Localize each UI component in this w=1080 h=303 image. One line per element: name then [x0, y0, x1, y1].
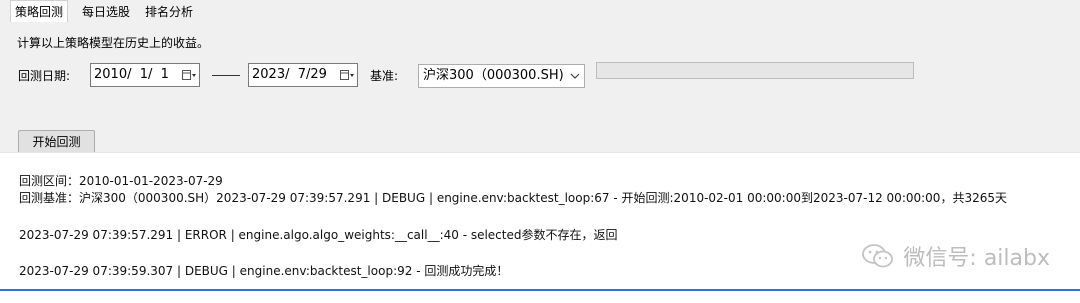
watermark: 微信号: ailabx — [861, 240, 1050, 272]
calendar-dropdown-icon[interactable] — [182, 69, 196, 81]
tab-backtest[interactable]: 策略回测 — [10, 0, 69, 24]
start-backtest-button[interactable]: 开始回测 — [18, 130, 95, 154]
backtest-progress-bar — [596, 62, 914, 79]
wechat-icon — [861, 243, 895, 269]
panel-description: 计算以上策略模型在历史上的收益。 — [17, 36, 210, 50]
backtest-config-panel: 计算以上策略模型在历史上的收益。 回测日期: 2010/ 1/ 1 2023/ … — [0, 22, 1080, 154]
log-line: 2023-07-29 07:39:59.307 | DEBUG | engine… — [19, 264, 509, 278]
log-line: 2023-07-29 07:39:57.291 | ERROR | engine… — [19, 228, 618, 242]
tab-daily-pick[interactable]: 每日选股 — [78, 3, 134, 21]
date-range-separator — [212, 75, 240, 76]
end-date-picker[interactable]: 2023/ 7/29 — [248, 63, 358, 87]
date-range-label: 回测日期: — [18, 69, 71, 83]
benchmark-value: 沪深300（000300.SH) — [423, 68, 564, 83]
tab-rank-analysis[interactable]: 排名分析 — [141, 3, 197, 21]
benchmark-select[interactable]: 沪深300（000300.SH) — [418, 64, 585, 88]
benchmark-label: 基准: — [370, 69, 399, 83]
start-date-value: 2010/ 1/ 1 — [94, 67, 169, 82]
chevron-down-icon — [570, 65, 580, 95]
watermark-text: 微信号: ailabx — [903, 246, 1050, 271]
log-line: 回测区间：2010-01-01-2023-07-29 — [19, 174, 223, 188]
calendar-dropdown-icon[interactable] — [340, 69, 354, 81]
tab-bar: 策略回测 每日选股 排名分析 — [0, 0, 1080, 24]
log-line: 回测基准：沪深300（000300.SH）2023-07-29 07:39:57… — [19, 191, 1007, 205]
start-date-picker[interactable]: 2010/ 1/ 1 — [90, 63, 200, 87]
end-date-value: 2023/ 7/29 — [252, 67, 327, 82]
